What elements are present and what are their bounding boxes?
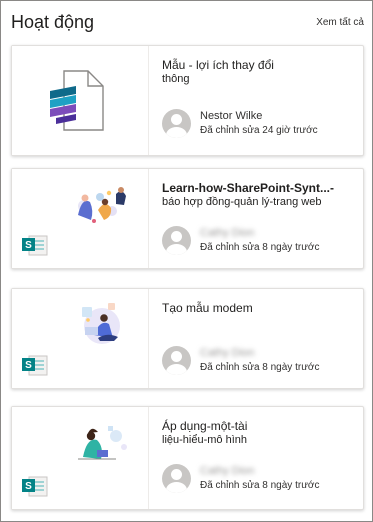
document-title-continued: thông bbox=[162, 73, 190, 85]
edited-time: Đã chỉnh sửa 8 ngày trước bbox=[200, 480, 320, 491]
document-title-continued: báo hợp đồng-quản lý-trang web bbox=[162, 196, 322, 208]
card-thumbnail bbox=[12, 46, 149, 155]
card-info: Learn-how-SharePoint-Synt...- báo hợp đồ… bbox=[162, 169, 355, 268]
avatar bbox=[162, 226, 191, 255]
document-title-continued: liệu-hiểu-mô hình bbox=[162, 434, 247, 446]
person-name: Nestor Wilke bbox=[200, 110, 263, 122]
sharepoint-page-icon: S bbox=[22, 476, 48, 497]
sharepoint-page-icon: S bbox=[22, 235, 48, 256]
avatar bbox=[162, 109, 191, 138]
card-info: Áp dụng-một-tài liệu-hiểu-mô hình Cathy … bbox=[162, 407, 355, 509]
panel-title: Hoạt động bbox=[11, 12, 95, 32]
card-thumbnail: S bbox=[12, 407, 149, 509]
activity-info: Nestor Wilke Đã chỉnh sửa 24 giờ trước bbox=[162, 109, 355, 139]
avatar bbox=[162, 464, 191, 493]
person-name: Cathy Dion bbox=[200, 465, 255, 477]
activity-panel: Hoạt động Xem tất cả Mẫu - lợi ích thay … bbox=[0, 0, 373, 522]
activity-info: Cathy Dion Đã chỉnh sửa 8 ngày trước bbox=[162, 226, 355, 256]
edited-time: Đã chỉnh sửa 8 ngày trước bbox=[200, 242, 320, 253]
see-all-link[interactable]: Xem tất cả bbox=[316, 17, 364, 28]
document-title[interactable]: Tạo mẫu modem bbox=[162, 300, 355, 316]
sharepoint-page-icon: S bbox=[22, 355, 48, 376]
svg-text:S: S bbox=[25, 481, 32, 492]
svg-text:S: S bbox=[25, 360, 32, 371]
card-info: Tạo mẫu modem Cathy Dion Đã chỉnh sửa 8 … bbox=[162, 289, 355, 388]
person-name: Cathy Dion bbox=[200, 227, 255, 239]
activity-card[interactable]: S Áp dụng-một-tài liệu-hiểu-mô hình Cath… bbox=[11, 406, 364, 510]
svg-text:S: S bbox=[25, 240, 32, 251]
activity-card[interactable]: S Learn-how-SharePoint-Synt...- báo hợp … bbox=[11, 168, 364, 269]
edited-time: Đã chỉnh sửa 24 giờ trước bbox=[200, 125, 318, 136]
activity-card[interactable]: Mẫu - lợi ích thay đổi thông Nestor Wilk… bbox=[11, 45, 364, 156]
sway-document-icon bbox=[50, 70, 104, 131]
edited-time: Đã chỉnh sửa 8 ngày trước bbox=[200, 362, 320, 373]
card-thumbnail: S bbox=[12, 289, 149, 388]
card-info: Mẫu - lợi ích thay đổi thông Nestor Wilk… bbox=[162, 46, 355, 155]
card-thumbnail: S bbox=[12, 169, 149, 268]
document-title[interactable]: Mẫu - lợi ích thay đổi bbox=[162, 57, 355, 73]
document-title[interactable]: Learn-how-SharePoint-Synt...- bbox=[162, 180, 355, 196]
document-title[interactable]: Áp dụng-một-tài bbox=[162, 418, 355, 434]
avatar bbox=[162, 346, 191, 375]
person-name: Cathy Dion bbox=[200, 347, 255, 359]
activity-info: Cathy Dion Đã chỉnh sửa 8 ngày trước bbox=[162, 464, 355, 494]
activity-info: Cathy Dion Đã chỉnh sửa 8 ngày trước bbox=[162, 346, 355, 376]
activity-card[interactable]: S Tạo mẫu modem Cathy Dion Đã chỉnh sửa … bbox=[11, 288, 364, 389]
panel-header: Hoạt động Xem tất cả bbox=[11, 12, 366, 38]
